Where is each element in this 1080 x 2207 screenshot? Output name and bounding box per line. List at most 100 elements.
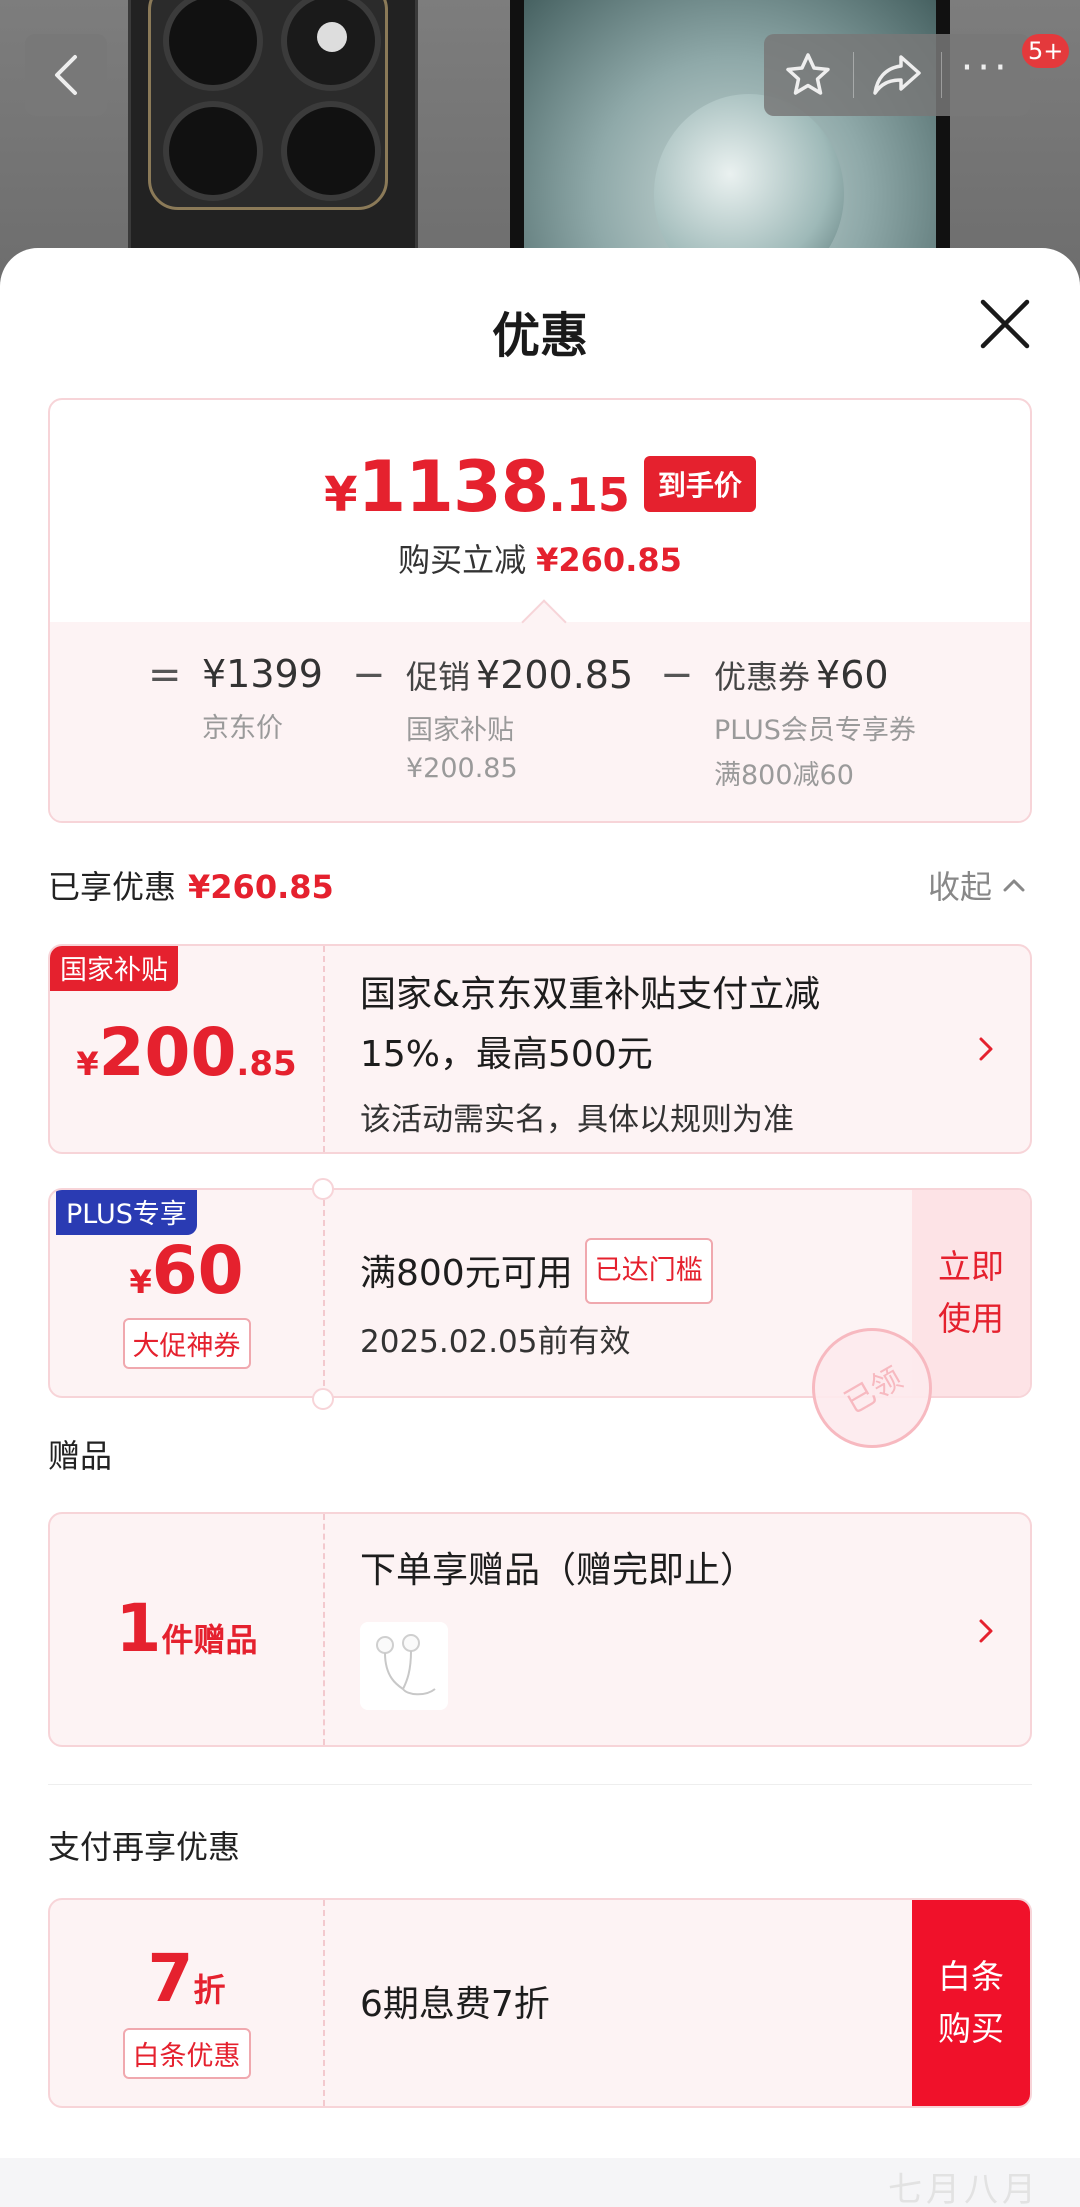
chevron-up-icon bbox=[1003, 879, 1025, 892]
collapse-button[interactable]: 收起 bbox=[928, 862, 1026, 908]
enjoyed-amount: ¥260.85 bbox=[188, 868, 334, 906]
price-decimal: .15 bbox=[548, 468, 630, 522]
close-button[interactable] bbox=[975, 294, 1035, 354]
jd-price-label: 京东价 bbox=[202, 713, 283, 744]
ticket-notch bbox=[312, 1178, 334, 1200]
pay-section-title: 支付再享优惠 bbox=[48, 1828, 241, 1866]
national-subsidy-card[interactable]: 国家补贴 ¥200.85 国家&京东双重补贴支付立减 15%，最高500元 该活… bbox=[48, 944, 1032, 1154]
coupon-sub-label: PLUS会员专享券 bbox=[714, 715, 916, 746]
minus-sign: − bbox=[660, 652, 694, 698]
enjoyed-label: 已享优惠 bbox=[48, 868, 177, 906]
gift-right: 下单享赠品（赠完即止） bbox=[360, 1514, 1030, 1745]
favorite-button[interactable] bbox=[764, 34, 853, 116]
plus-exclusive-tag: PLUS专享 bbox=[56, 1190, 197, 1235]
collapse-label: 收起 bbox=[928, 868, 993, 906]
subsidy-line2: 15%，最高500元 bbox=[360, 1034, 653, 1075]
gift-count: 1件赠品 bbox=[50, 1590, 323, 1667]
more-button[interactable]: ··· bbox=[941, 34, 1030, 116]
chevron-right-icon bbox=[979, 1037, 993, 1061]
gift-section-title: 赠品 bbox=[48, 1437, 113, 1475]
use-now-line2: 使用 bbox=[938, 1299, 1004, 1338]
baitiao-card[interactable]: 7折 白条优惠 6期息费7折 白条 购买 bbox=[48, 1898, 1032, 2108]
buy-line2: 购买 bbox=[938, 2009, 1004, 2048]
sheet-title: 优惠 bbox=[491, 308, 588, 364]
reduce-line: 购买立减 ¥260.85 bbox=[50, 535, 1030, 581]
big-promo-coupon-badge: 大促神券 bbox=[122, 1318, 251, 1369]
formula-promo: 促销 ¥200.85 国家补贴 ¥200.85 bbox=[406, 652, 633, 784]
baitiao-discount-unit: 折 bbox=[193, 1971, 226, 2009]
camera-lens bbox=[163, 0, 263, 91]
formula-coupon: 优惠券 ¥60 PLUS会员专享券 满800减60 bbox=[714, 652, 916, 792]
ticket-notch bbox=[312, 1388, 334, 1410]
promo-sub-amount: ¥200.85 bbox=[406, 753, 518, 784]
equals-sign: = bbox=[148, 652, 182, 698]
subsidy-left: 国家补贴 ¥200.85 bbox=[50, 946, 325, 1152]
plus-left: PLUS专享 ¥60 大促神券 bbox=[50, 1190, 325, 1396]
back-button[interactable] bbox=[25, 34, 107, 116]
baitiao-desc: 6期息费7折 bbox=[360, 1984, 550, 2025]
section-divider bbox=[48, 1784, 1032, 1785]
price-formula: = ¥1399 京东价 − 促销 ¥200.85 国家补贴 ¥200.85 − 优… bbox=[50, 652, 1030, 812]
share-button[interactable] bbox=[852, 34, 942, 116]
coupon-line: 优惠券 ¥60 bbox=[714, 652, 916, 698]
promo-sub-label: 国家补贴 bbox=[406, 715, 514, 746]
formula-jd-price: ¥1399 京东价 bbox=[202, 652, 323, 745]
subsidy-dec: .85 bbox=[236, 1044, 297, 1084]
plus-condition-line: 满800元可用 已达门槛 bbox=[360, 1238, 713, 1304]
buy-line1: 白条 bbox=[938, 1957, 1004, 1996]
chevron-right-icon bbox=[979, 1619, 993, 1643]
camera-module bbox=[148, 0, 388, 210]
threshold-reached-tag: 已达门槛 bbox=[584, 1238, 713, 1304]
close-icon bbox=[980, 299, 1030, 349]
gift-count-number: 1 bbox=[115, 1590, 162, 1667]
plus-condition: 满800元可用 bbox=[360, 1253, 573, 1294]
minus-sign: − bbox=[352, 652, 386, 698]
discount-sheet: 优惠 ¥1138.15 到手价 购买立减 ¥260.85 = ¥1399 京东价 −… bbox=[0, 248, 1080, 2207]
phone-back-image bbox=[128, 0, 418, 290]
camera-lens bbox=[281, 101, 381, 201]
coupon-amount: ¥60 bbox=[816, 653, 889, 697]
star-icon bbox=[786, 53, 831, 95]
top-action-group: ··· bbox=[764, 34, 1030, 116]
baitiao-badge: 白条优惠 bbox=[122, 2028, 251, 2079]
chevron-left-icon bbox=[55, 55, 77, 95]
use-now-line1: 立即 bbox=[938, 1247, 1004, 1286]
gift-left: 1件赠品 bbox=[50, 1514, 325, 1745]
subsidy-int: 200 bbox=[98, 1014, 237, 1091]
summary-top: ¥1138.15 到手价 购买立减 ¥260.85 bbox=[50, 400, 1030, 622]
price-integer: 1138 bbox=[357, 446, 550, 528]
baitiao-buy-button[interactable]: 白条 购买 bbox=[912, 1900, 1030, 2106]
plus-expiry: 2025.02.05前有效 bbox=[360, 1324, 631, 1360]
gift-earphone-thumbnail bbox=[360, 1622, 448, 1710]
subsidy-amount: ¥200.85 bbox=[50, 1014, 323, 1091]
subsidy-right: 国家&京东双重补贴支付立减 15%，最高500元 该活动需实名，具体以规则为准 bbox=[360, 946, 1030, 1152]
earphone-icon bbox=[376, 1634, 436, 1696]
enjoyed-discount-header: 已享优惠 ¥260.85 bbox=[48, 862, 334, 908]
gift-count-unit: 件赠品 bbox=[161, 1621, 258, 1659]
jd-price: ¥1399 bbox=[202, 652, 323, 696]
plus-int: 60 bbox=[151, 1232, 244, 1309]
subsidy-yen: ¥ bbox=[76, 1045, 99, 1083]
baitiao-left: 7折 白条优惠 bbox=[50, 1900, 325, 2106]
promo-amount: ¥200.85 bbox=[476, 653, 634, 697]
final-price: ¥1138.15 到手价 bbox=[50, 446, 1030, 528]
camera-lens bbox=[281, 0, 381, 91]
gift-card[interactable]: 1件赠品 下单享赠品（赠完即止） bbox=[48, 1512, 1032, 1747]
gift-desc: 下单享赠品（赠完即止） bbox=[360, 1550, 757, 1591]
reduce-amount: ¥260.85 bbox=[536, 541, 682, 579]
more-dots-icon: ··· bbox=[960, 45, 1011, 91]
promo-line: 促销 ¥200.85 bbox=[406, 652, 633, 698]
watermark: 七月八月 bbox=[888, 2170, 1040, 2207]
coupon-sub-condition: 满800减60 bbox=[714, 760, 854, 791]
promo-label: 促销 bbox=[406, 658, 471, 696]
price-yen: ¥ bbox=[324, 467, 358, 523]
use-now-button[interactable]: 立即 使用 bbox=[912, 1190, 1030, 1396]
final-price-tag: 到手价 bbox=[643, 456, 756, 512]
coupon-label: 优惠券 bbox=[714, 658, 811, 696]
share-icon bbox=[873, 55, 921, 95]
plus-amount: ¥60 bbox=[50, 1232, 323, 1309]
plus-yen: ¥ bbox=[129, 1263, 152, 1301]
baitiao-discount: 7折 bbox=[50, 1940, 323, 2017]
baitiao-discount-number: 7 bbox=[147, 1940, 194, 2017]
national-subsidy-tag: 国家补贴 bbox=[50, 946, 178, 991]
